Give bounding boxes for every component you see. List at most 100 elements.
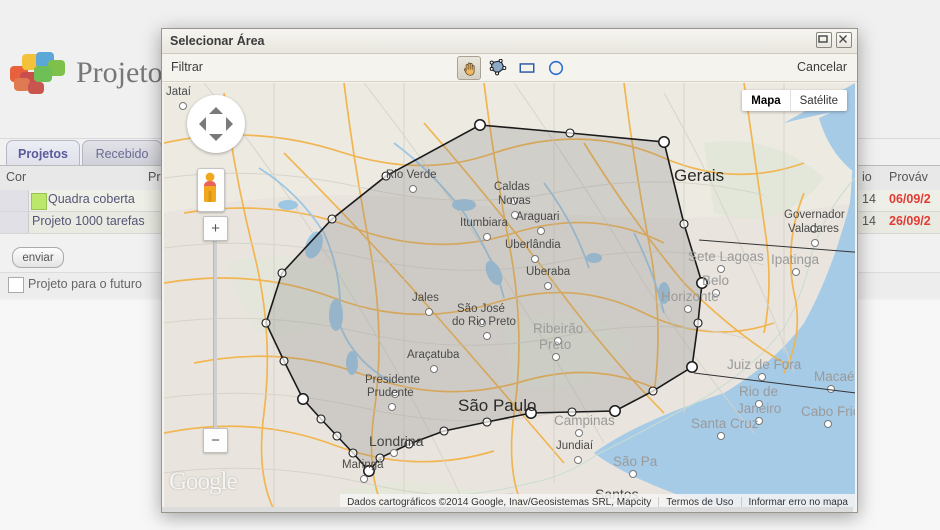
future-project-label: Projeto para o futuro — [28, 277, 142, 291]
column-header-provav[interactable]: Prováv — [889, 170, 928, 184]
map-type-satelite[interactable]: Satélite — [790, 90, 847, 111]
map-city-dot — [824, 420, 832, 428]
zoom-in-button[interactable]: + — [203, 216, 228, 241]
map-label: Gerais — [674, 166, 724, 186]
year-value: 14 — [862, 214, 876, 228]
map-city-dot — [390, 449, 398, 457]
map-label: Presidente — [365, 374, 420, 386]
column-header-cor[interactable]: Cor — [6, 170, 26, 184]
map-city-dot — [425, 308, 433, 316]
tab-projetos[interactable]: Projetos — [6, 140, 80, 166]
app-logo: Projetos — [8, 50, 174, 96]
color-cell — [0, 212, 29, 233]
map-type-switch: Mapa Satélite — [742, 90, 847, 111]
color-swatch[interactable] — [31, 193, 47, 210]
map-label: Sete Lagoas — [688, 249, 764, 264]
report-map-error-link[interactable]: Informar erro no mapa — [741, 497, 856, 508]
rectangle-tool[interactable] — [515, 56, 539, 80]
map-label: Londrina — [369, 433, 424, 449]
map-city-dot — [629, 470, 637, 478]
select-area-dialog: Selecionar Área Filtrar — [161, 28, 858, 513]
pan-compass-icon[interactable] — [187, 95, 245, 153]
probable-date: 26/09/2 — [889, 214, 931, 228]
pan-hand-tool[interactable] — [457, 56, 481, 80]
map-label: Uberaba — [526, 266, 570, 278]
column-header-io[interactable]: io — [862, 170, 872, 184]
map-label: São Paulo — [458, 396, 536, 416]
google-logo: Google — [169, 468, 237, 496]
column-header-pr[interactable]: Pr — [148, 170, 161, 184]
map-label: São José — [457, 303, 505, 315]
circle-tool[interactable] — [544, 56, 568, 80]
map-city-dot — [537, 227, 545, 235]
year-value: 14 — [862, 192, 876, 206]
map-city-dot — [717, 265, 725, 273]
dialog-title: Selecionar Área — [170, 34, 265, 48]
map-label: Campinas — [554, 413, 615, 428]
map-city-dot — [179, 102, 187, 110]
color-cell — [0, 190, 29, 211]
map-city-dot — [758, 373, 766, 381]
dialog-scrollbar[interactable] — [162, 507, 853, 512]
map-city-dot — [360, 475, 368, 483]
map-city-dot — [483, 233, 491, 241]
map-labels: JataíRio VerdeCaldasNovasAraguariItumbia… — [164, 83, 855, 510]
puzzle-logo-icon — [8, 50, 70, 96]
map-label: Maringá — [342, 459, 384, 471]
zoom-slider[interactable]: + − — [203, 216, 217, 451]
map-city-dot — [483, 332, 491, 340]
zoom-track[interactable] — [213, 240, 217, 430]
window-buttons — [816, 32, 852, 48]
map-label: Prudente — [367, 387, 414, 399]
map-label: Jales — [412, 292, 439, 304]
map-city-dot — [811, 239, 819, 247]
map-label: do Rio Preto — [452, 316, 516, 328]
map-city-dot — [544, 282, 552, 290]
map-canvas[interactable]: JataíRio VerdeCaldasNovasAraguariItumbia… — [164, 83, 855, 510]
zoom-out-button[interactable]: − — [203, 428, 228, 453]
map-city-dot — [552, 353, 560, 361]
terms-of-use-link[interactable]: Termos de Uso — [658, 497, 740, 508]
restore-icon[interactable] — [816, 32, 832, 48]
map-city-dot — [531, 255, 539, 263]
map-label: Valadares — [788, 223, 839, 235]
map-label: Santa Cruz — [691, 416, 759, 431]
enviar-button[interactable]: enviar — [12, 247, 64, 268]
map-label: Uberlândia — [505, 239, 561, 251]
map-city-dot — [717, 432, 725, 440]
map-label: Janeiro — [737, 401, 781, 416]
map-label: Caldas — [494, 181, 530, 193]
map-label: Itumbiara — [460, 217, 508, 229]
dialog-title-bar[interactable]: Selecionar Área — [162, 29, 857, 54]
map-label: Juiz de Fora — [727, 357, 801, 372]
polygon-tool[interactable] — [486, 56, 510, 80]
map-label: Novas — [498, 195, 531, 207]
future-project-checkbox[interactable] — [8, 277, 24, 293]
map-city-dot — [575, 429, 583, 437]
map-city-dot — [574, 456, 582, 464]
close-icon[interactable] — [836, 32, 852, 48]
tab-recebido[interactable]: Recebido — [82, 140, 162, 166]
map-city-dot — [430, 365, 438, 373]
map-label: Araçatuba — [407, 349, 459, 361]
map-label: Preto — [539, 337, 571, 352]
map-label: Horizonte — [661, 289, 719, 304]
map-type-mapa[interactable]: Mapa — [742, 90, 789, 111]
dialog-toolbar: Filtrar — [162, 54, 857, 82]
map-label: Rio de — [739, 384, 778, 399]
attribution-copyright: Dados cartográficos ©2014 Google, Inav/G… — [340, 497, 658, 508]
map-label: Araguari — [516, 211, 559, 223]
project-name: Quadra coberta — [48, 192, 135, 206]
filter-label[interactable]: Filtrar — [171, 60, 203, 74]
map-city-dot — [684, 305, 692, 313]
street-view-pegman-icon[interactable] — [197, 168, 225, 212]
cancel-button[interactable]: Cancelar — [797, 60, 847, 74]
map-label: Ipatinga — [771, 252, 819, 267]
map-label: Rio Verde — [386, 169, 437, 181]
map-label: São Pa — [613, 454, 657, 469]
map-label: Jundiaí — [556, 440, 593, 452]
probable-date: 06/09/2 — [889, 192, 931, 206]
map-label: Ribeirão — [533, 321, 583, 336]
map-city-dot — [409, 185, 417, 193]
draw-tools — [457, 56, 568, 80]
